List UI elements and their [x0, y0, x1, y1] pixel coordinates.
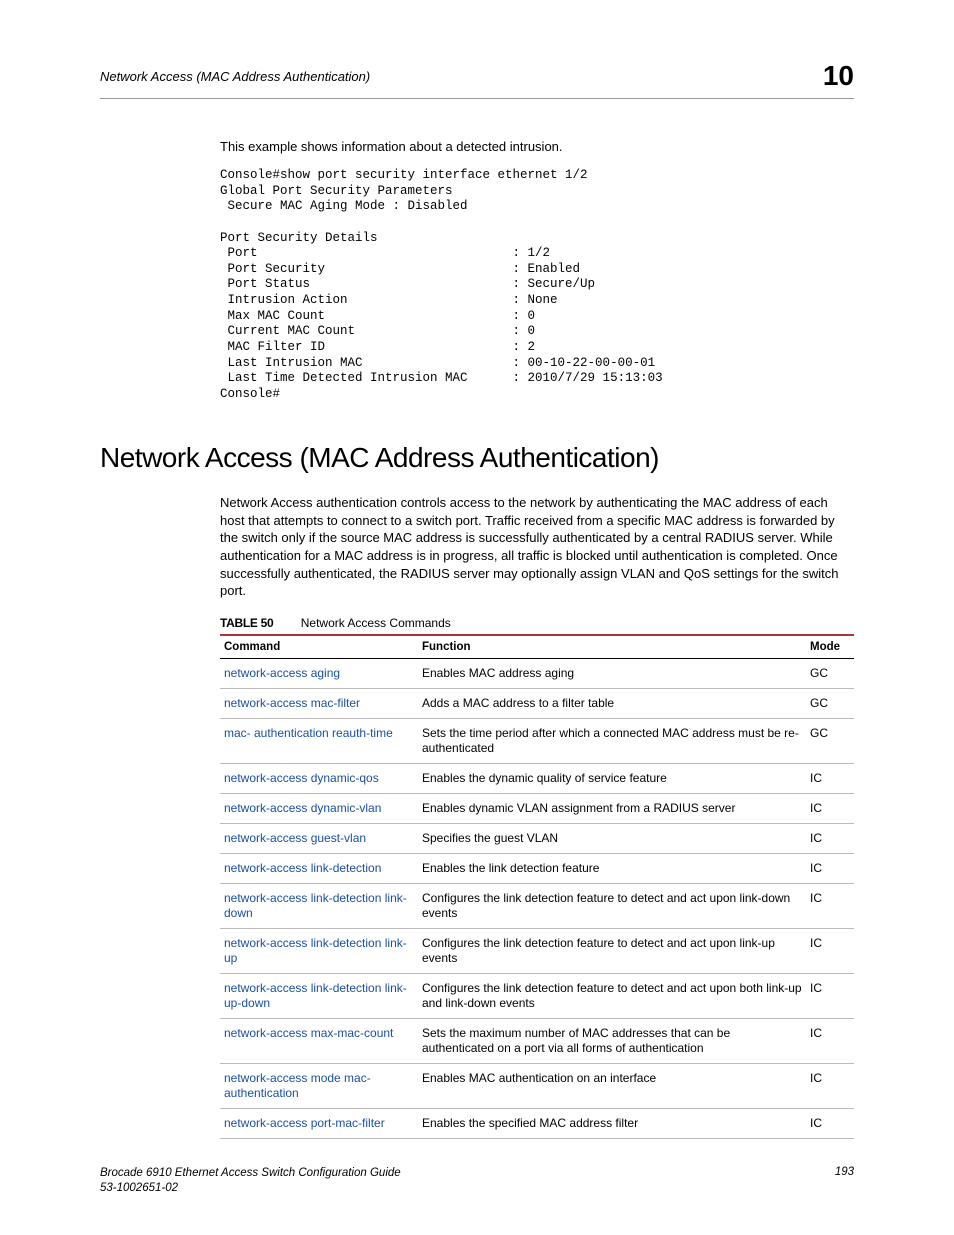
- mode-cell: IC: [806, 823, 854, 853]
- function-cell: Configures the link detection feature to…: [418, 973, 806, 1018]
- console-output: Console#show port security interface eth…: [220, 168, 854, 402]
- mode-cell: IC: [806, 928, 854, 973]
- mode-cell: IC: [806, 793, 854, 823]
- th-command: Command: [220, 635, 418, 659]
- mode-cell: IC: [806, 763, 854, 793]
- command-link[interactable]: mac- authentication reauth-time: [224, 726, 393, 740]
- example-intro: This example shows information about a d…: [220, 139, 854, 154]
- table-row: network-access aging Enables MAC address …: [220, 658, 854, 688]
- mode-cell: IC: [806, 1063, 854, 1108]
- function-cell: Specifies the guest VLAN: [418, 823, 806, 853]
- table-row: network-access dynamic-qos Enables the dy…: [220, 763, 854, 793]
- table-row: network-access guest-vlan Specifies the g…: [220, 823, 854, 853]
- command-link[interactable]: network-access aging: [224, 666, 340, 680]
- table-caption-text: Network Access Commands: [301, 616, 451, 630]
- function-cell: Configures the link detection feature to…: [418, 883, 806, 928]
- page-footer: Brocade 6910 Ethernet Access Switch Conf…: [100, 1166, 854, 1195]
- footer-doc-number: 53-1002651-02: [100, 1181, 401, 1195]
- page-header: Network Access (MAC Address Authenticati…: [100, 60, 854, 99]
- table-row: mac- authentication reauth-time Sets the …: [220, 718, 854, 763]
- table-label: TABLE 50: [220, 616, 273, 630]
- command-link[interactable]: network-access dynamic-qos: [224, 771, 379, 785]
- function-cell: Enables the specified MAC address filter: [418, 1108, 806, 1138]
- table-row: network-access link-detection Enables the…: [220, 853, 854, 883]
- table-row: network-access link-detection link-down C…: [220, 883, 854, 928]
- function-cell: Enables dynamic VLAN assignment from a R…: [418, 793, 806, 823]
- table-row: network-access mode mac-authentication En…: [220, 1063, 854, 1108]
- function-cell: Sets the maximum number of MAC addresses…: [418, 1018, 806, 1063]
- mode-cell: GC: [806, 658, 854, 688]
- command-link[interactable]: network-access dynamic-vlan: [224, 801, 381, 815]
- function-cell: Adds a MAC address to a filter table: [418, 688, 806, 718]
- mode-cell: IC: [806, 973, 854, 1018]
- mode-cell: IC: [806, 853, 854, 883]
- table-row: network-access mac-filter Adds a MAC addr…: [220, 688, 854, 718]
- command-link[interactable]: network-access guest-vlan: [224, 831, 366, 845]
- function-cell: Enables MAC address aging: [418, 658, 806, 688]
- table-row: network-access link-detection link-up Con…: [220, 928, 854, 973]
- mode-cell: IC: [806, 883, 854, 928]
- function-cell: Enables MAC authentication on an interfa…: [418, 1063, 806, 1108]
- table-row: network-access max-mac-count Sets the max…: [220, 1018, 854, 1063]
- table-row: network-access link-detection link-up-do…: [220, 973, 854, 1018]
- function-cell: Sets the time period after which a conne…: [418, 718, 806, 763]
- function-cell: Enables the dynamic quality of service f…: [418, 763, 806, 793]
- command-link[interactable]: network-access mode mac-authentication: [224, 1071, 371, 1100]
- footer-doc-title: Brocade 6910 Ethernet Access Switch Conf…: [100, 1166, 401, 1180]
- command-link[interactable]: network-access link-detection link-down: [224, 891, 407, 920]
- table-row: network-access port-mac-filter Enables th…: [220, 1108, 854, 1138]
- command-link[interactable]: network-access link-detection link-up: [224, 936, 407, 965]
- command-link[interactable]: network-access link-detection link-up-do…: [224, 981, 407, 1010]
- table-row: network-access dynamic-vlan Enables dynam…: [220, 793, 854, 823]
- function-cell: Configures the link detection feature to…: [418, 928, 806, 973]
- chapter-number: 10: [823, 60, 854, 92]
- mode-cell: IC: [806, 1018, 854, 1063]
- section-body: Network Access authentication controls a…: [220, 494, 854, 599]
- footer-page-number: 193: [835, 1166, 854, 1195]
- command-link[interactable]: network-access max-mac-count: [224, 1026, 393, 1040]
- running-head: Network Access (MAC Address Authenticati…: [100, 69, 370, 84]
- commands-table: Command Function Mode network-access agi…: [220, 634, 854, 1139]
- section-heading: Network Access (MAC Address Authenticati…: [100, 442, 854, 474]
- table-caption: TABLE 50 Network Access Commands: [220, 616, 854, 630]
- mode-cell: GC: [806, 718, 854, 763]
- mode-cell: GC: [806, 688, 854, 718]
- th-mode: Mode: [806, 635, 854, 659]
- function-cell: Enables the link detection feature: [418, 853, 806, 883]
- command-link[interactable]: network-access link-detection: [224, 861, 381, 875]
- mode-cell: IC: [806, 1108, 854, 1138]
- command-link[interactable]: network-access mac-filter: [224, 696, 360, 710]
- command-link[interactable]: network-access port-mac-filter: [224, 1116, 385, 1130]
- th-function: Function: [418, 635, 806, 659]
